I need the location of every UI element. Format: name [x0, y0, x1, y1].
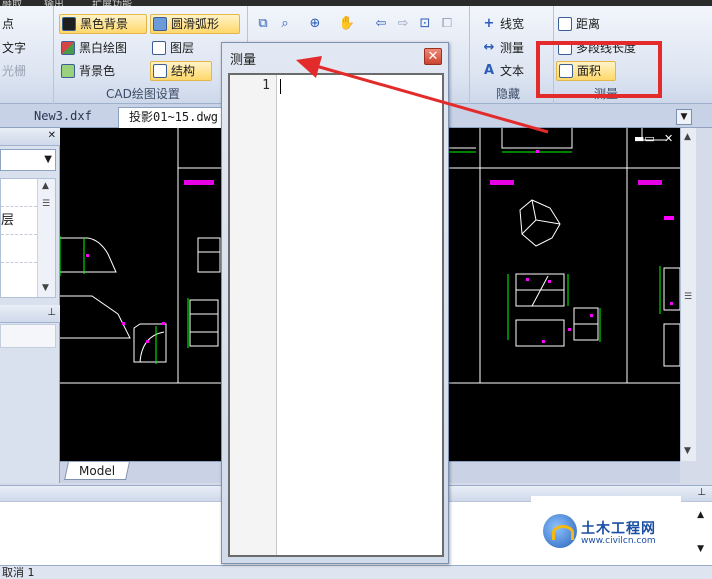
line-width-label: 线宽: [500, 17, 525, 31]
measure-toggle-button[interactable]: ↔ 测量: [480, 38, 528, 58]
smooth-arc-label: 圆滑弧形: [171, 17, 220, 31]
watermark-title: 土木工程网: [581, 521, 656, 537]
black-background-button[interactable]: 黑色背景: [59, 14, 147, 34]
point-button[interactable]: 点: [0, 14, 18, 34]
zoom-extents-icon[interactable]: ⧉: [254, 15, 272, 33]
dialog-close-button[interactable]: ✕: [424, 48, 442, 65]
measure-output-editor[interactable]: 1: [228, 73, 444, 557]
line-number-gutter: 1: [230, 75, 277, 555]
layer-combo[interactable]: ▼: [0, 149, 56, 171]
distance-label: 距离: [576, 17, 601, 31]
scroll-thumb-icon[interactable]: ☰: [684, 292, 692, 302]
left-panel-caption: ✕: [0, 128, 60, 146]
scroll-up-icon[interactable]: ▲: [42, 181, 49, 191]
scroll-down-icon[interactable]: ▼: [697, 544, 704, 554]
measure-toggle-label: 测量: [500, 41, 525, 55]
properties-caption: ⊥: [0, 305, 60, 323]
back-arrow-icon[interactable]: ⇦: [372, 15, 390, 33]
zoom-window-icon[interactable]: ⌕: [276, 15, 294, 33]
zoom-in-icon[interactable]: ⊕: [306, 15, 324, 33]
bw-drawing-icon: [61, 41, 75, 55]
left-panel: ✕ ▼ 层 ▲ ☰ ▼ ⊥: [0, 128, 60, 483]
distance-icon: [558, 17, 572, 31]
background-color-icon: [61, 64, 75, 78]
measure-ruler-icon: ↔: [483, 40, 495, 55]
save-view-icon[interactable]: ⊡: [416, 15, 434, 33]
highlight-box: [536, 41, 662, 98]
structure-icon: [153, 64, 167, 78]
scroll-thumb-icon[interactable]: ☰: [42, 199, 50, 209]
line-width-button[interactable]: + 线宽: [480, 14, 528, 34]
cad-close-icon[interactable]: ✕: [664, 132, 673, 145]
scroll-up-icon[interactable]: ▲: [697, 510, 704, 520]
scroll-down-icon[interactable]: ▼: [684, 446, 691, 456]
tab-projection[interactable]: 投影01~15.dwg: [118, 107, 230, 128]
bw-drawing-button[interactable]: 黑白绘图: [59, 38, 131, 58]
background-color-label: 背景色: [79, 64, 116, 78]
tab-model-label: Model: [79, 464, 116, 478]
chevron-down-icon: ▼: [44, 154, 52, 165]
watermark: 土木工程网 www.civilcn.com: [531, 496, 681, 558]
pin-icon[interactable]: ⊥: [47, 307, 56, 318]
layers-icon: [152, 41, 166, 55]
forward-arrow-icon[interactable]: ⇨: [394, 15, 412, 33]
bw-drawing-label: 黑白绘图: [79, 41, 128, 55]
pan-hand-icon[interactable]: ✋: [338, 15, 356, 33]
list-item[interactable]: [1, 235, 37, 263]
raster-button[interactable]: 光栅: [0, 61, 30, 81]
smooth-arc-icon: [153, 17, 167, 31]
tab-model[interactable]: Model: [64, 462, 130, 480]
cad-settings-group-label: CAD绘图设置: [106, 87, 180, 101]
copy-view-icon[interactable]: ⧠: [438, 15, 456, 33]
scroll-up-icon[interactable]: ▲: [684, 132, 691, 142]
layer-list: 层 ▲ ☰ ▼: [0, 178, 56, 298]
scroll-down-icon[interactable]: ▼: [42, 283, 49, 293]
ribbon-group-cad-settings: 黑色背景 黑白绘图 背景色 圆滑弧形 图层 结构 CAD绘图设置: [54, 6, 248, 104]
status-text: 取消 1: [2, 566, 35, 579]
line-number: 1: [262, 78, 270, 93]
app-window: 融取 输出 扩展功能 点 文字 光栅 黑色背景 黑白绘图 背景色: [0, 0, 712, 579]
pin-icon[interactable]: ✕: [48, 130, 56, 141]
structure-label: 结构: [171, 64, 196, 78]
distance-button[interactable]: 距离: [556, 14, 604, 34]
black-background-icon: [62, 17, 76, 31]
tab-new3[interactable]: New3.dxf: [24, 107, 102, 128]
text-a-icon: A: [483, 63, 495, 78]
line-width-icon: +: [483, 16, 495, 31]
smooth-arc-button[interactable]: 圆滑弧形: [150, 14, 240, 34]
black-background-label: 黑色背景: [80, 17, 129, 31]
text-toggle-label: 文本: [500, 64, 525, 78]
tab-list-dropdown[interactable]: ▼: [676, 109, 692, 125]
background-color-button[interactable]: 背景色: [59, 61, 119, 81]
text-toggle-button[interactable]: A 文本: [480, 61, 528, 81]
text-caret: [280, 79, 281, 94]
structure-button[interactable]: 结构: [150, 61, 212, 81]
properties-box: [0, 324, 56, 348]
text-button[interactable]: 文字: [0, 38, 30, 58]
measure-dialog: 测量 ✕ 1: [221, 42, 449, 564]
hide-group-label: 隐藏: [496, 87, 521, 101]
layers-label: 图层: [170, 41, 195, 55]
watermark-url: www.civilcn.com: [581, 536, 656, 546]
list-item[interactable]: [1, 263, 37, 291]
status-bar: 取消 1: [0, 565, 712, 579]
minimize-restore-icon[interactable]: ▬▭: [634, 132, 655, 145]
pin-icon[interactable]: ⊥: [697, 487, 706, 498]
dialog-title: 测量: [230, 53, 257, 68]
ribbon-group-draw: 点 文字 光栅: [0, 6, 54, 104]
list-item[interactable]: 层: [1, 207, 37, 235]
layer-list-scrollbar[interactable]: ▲ ☰ ▼: [37, 179, 55, 297]
list-item[interactable]: [1, 179, 37, 207]
watermark-logo: [543, 514, 577, 548]
layers-button[interactable]: 图层: [150, 38, 198, 58]
cad-vertical-scrollbar[interactable]: ▲ ☰ ▼: [680, 128, 696, 461]
